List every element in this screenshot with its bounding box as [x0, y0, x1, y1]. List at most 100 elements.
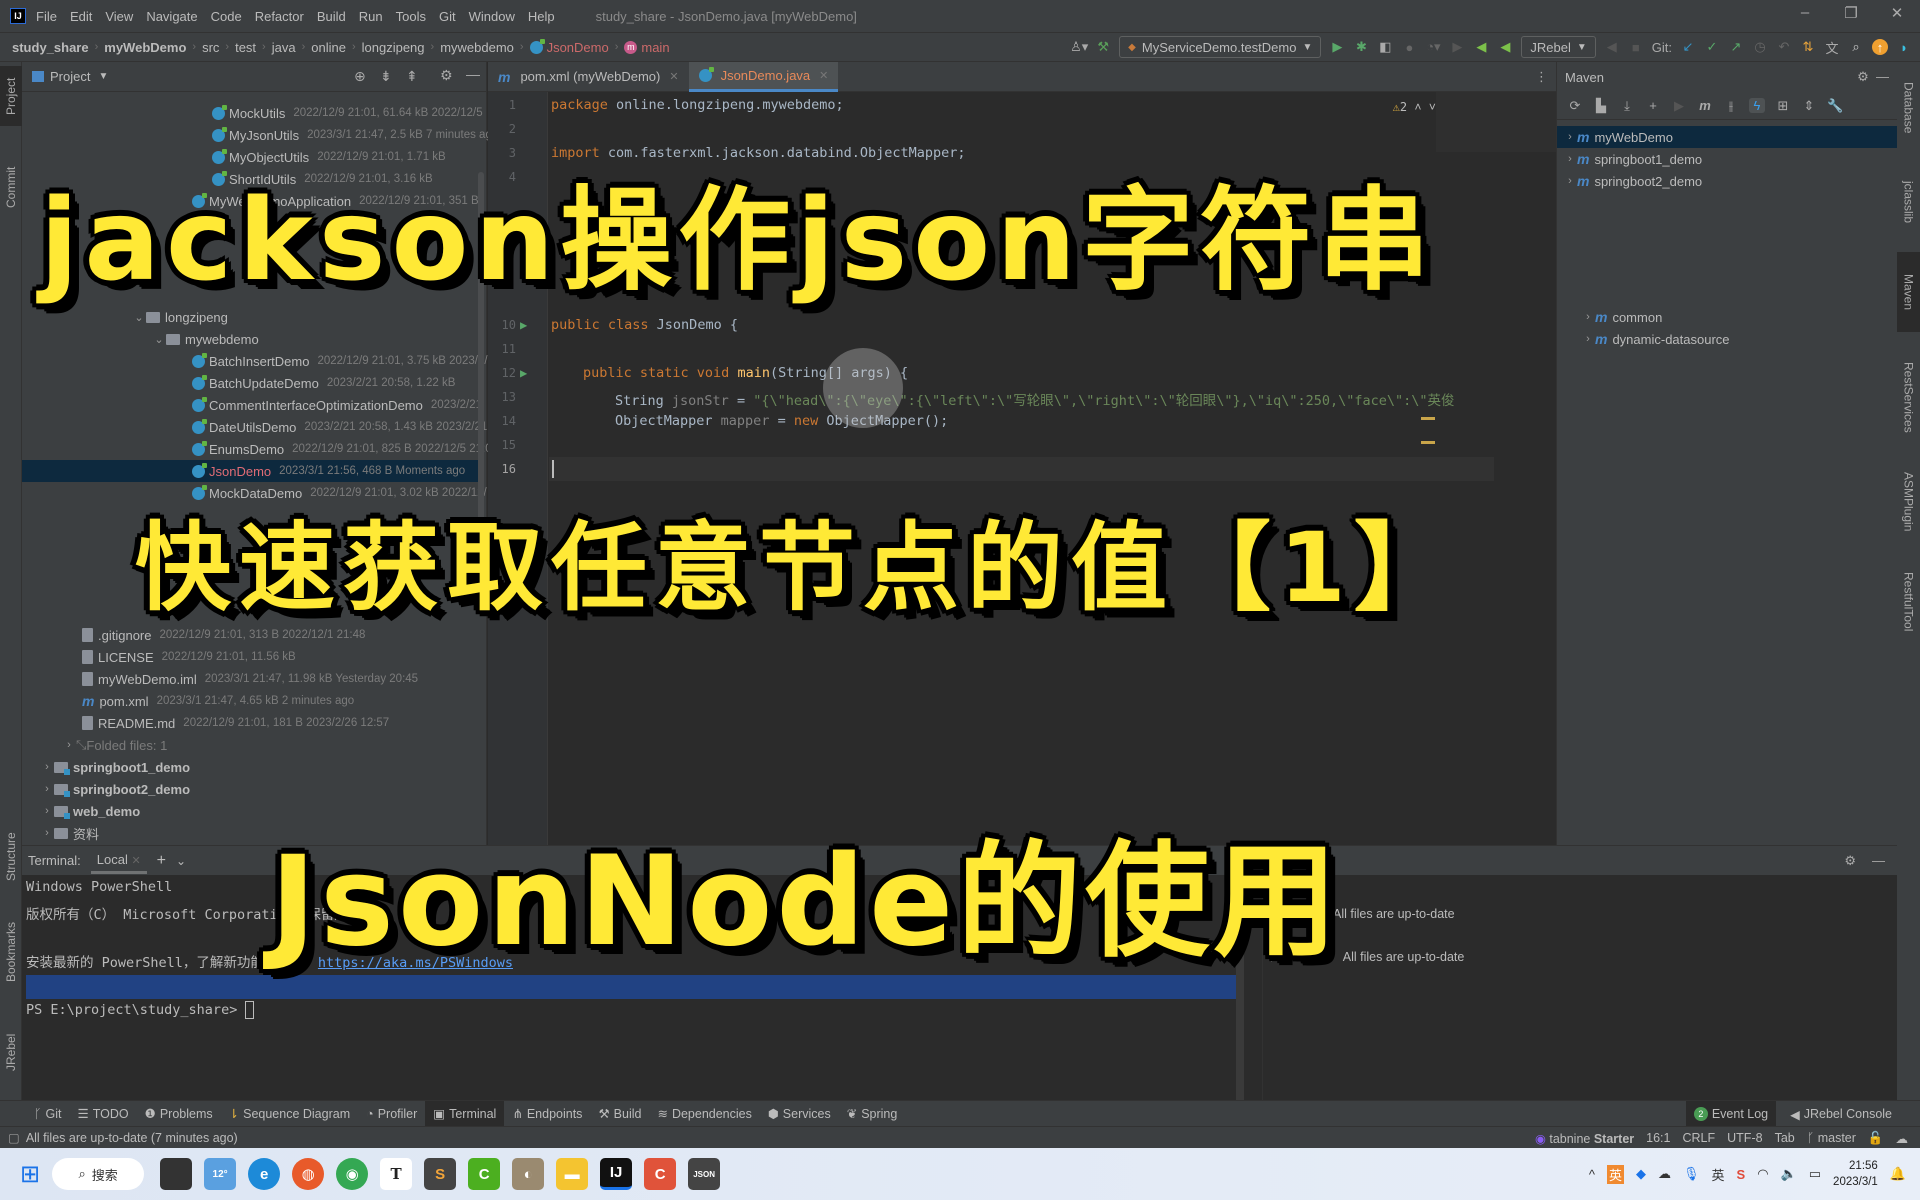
- menu-help[interactable]: Help: [528, 9, 555, 24]
- project-tree-row[interactable]: LICENSE 2022/12/9 21:01, 11.56 kB: [82, 646, 296, 668]
- status-toggle-icon[interactable]: ▢: [8, 1130, 20, 1145]
- maven-module-dynamic-datasource[interactable]: › m dynamic-datasource: [1575, 328, 1729, 350]
- collapse-all-icon[interactable]: ⇕: [1801, 98, 1817, 114]
- breadcrumb-method[interactable]: m main: [624, 40, 670, 55]
- restservices-tool-tab[interactable]: RestServices: [1897, 342, 1920, 452]
- project-tree-row[interactable]: › ⤡ Folded files: 1: [62, 734, 167, 756]
- execute-goal-icon[interactable]: m: [1697, 98, 1713, 113]
- wrench-icon[interactable]: 🔧: [1827, 98, 1843, 114]
- tool-problems[interactable]: ❶ Problems: [137, 1101, 221, 1127]
- jrebel-debug-icon[interactable]: ◀: [1497, 39, 1513, 55]
- project-tree-row[interactable]: › springboot1_demo: [40, 756, 190, 778]
- input-language[interactable]: 英: [1712, 1165, 1725, 1184]
- tab-jsondemo-java[interactable]: JsonDemo.java ✕: [688, 61, 839, 92]
- coverage-icon[interactable]: ◧: [1377, 39, 1393, 55]
- intellij-taskbar-icon[interactable]: IJ: [600, 1158, 633, 1190]
- minimize-button[interactable]: –: [1790, 4, 1820, 21]
- volume-icon[interactable]: 🔈: [1781, 1166, 1797, 1182]
- breadcrumb-project[interactable]: study_share: [12, 40, 89, 55]
- locate-icon[interactable]: ⊕: [354, 68, 366, 85]
- restfultool-tool-tab[interactable]: RestfulTool: [1897, 552, 1920, 652]
- menu-navigate[interactable]: Navigate: [146, 9, 197, 24]
- maven-project-springboot1[interactable]: › m springboot1_demo: [1557, 148, 1702, 170]
- tray-app-icon[interactable]: ◆: [1636, 1166, 1646, 1182]
- close-icon[interactable]: ✕: [819, 69, 828, 82]
- gear-icon[interactable]: ⚙: [1844, 853, 1856, 869]
- menu-git[interactable]: Git: [439, 9, 456, 24]
- jrebel-disabled-icon[interactable]: ◀: [1604, 39, 1620, 55]
- menu-refactor[interactable]: Refactor: [255, 9, 304, 24]
- project-tree-row[interactable]: EnumsDemo 2022/12/9 21:01, 825 B 2022/12/…: [192, 438, 492, 460]
- gear-icon[interactable]: ⚙: [440, 67, 453, 84]
- new-terminal-icon[interactable]: +: [157, 852, 166, 870]
- indent-setting[interactable]: Tab: [1775, 1131, 1795, 1145]
- gear-icon[interactable]: ⚙: [1857, 69, 1869, 84]
- tool-todo[interactable]: ☰ TODO: [70, 1101, 137, 1127]
- project-tree-row[interactable]: MockUtils 2022/12/9 21:01, 61.64 kB 2022/…: [212, 102, 483, 124]
- hide-icon[interactable]: —: [1872, 853, 1885, 868]
- attach-icon[interactable]: ◔▾: [1425, 39, 1441, 55]
- maven-project-mywebdemo[interactable]: › m myWebDemo: [1557, 126, 1897, 148]
- breadcrumb-src[interactable]: src: [202, 40, 219, 55]
- tool-terminal[interactable]: ▣ Terminal: [425, 1100, 505, 1127]
- breadcrumb-class[interactable]: JsonDemo: [529, 38, 609, 55]
- chevron-right-icon[interactable]: ›: [1581, 333, 1595, 345]
- expand-all-icon[interactable]: ⇟: [380, 68, 392, 85]
- status-message[interactable]: All files are up-to-date (7 minutes ago): [26, 1131, 238, 1145]
- weather-icon[interactable]: 12°: [204, 1158, 237, 1190]
- run-icon[interactable]: ▶: [1671, 98, 1687, 114]
- user-icon[interactable]: ♙▾: [1070, 39, 1088, 55]
- run-disabled-icon[interactable]: ▶: [1449, 39, 1465, 55]
- git-push-icon[interactable]: ↗: [1728, 39, 1744, 55]
- menu-code[interactable]: Code: [211, 9, 242, 24]
- jclasslib-tool-tab[interactable]: jclasslib: [1897, 162, 1920, 242]
- run-icon[interactable]: ▶: [1329, 39, 1345, 55]
- tool-spring[interactable]: ❦ Spring: [839, 1101, 906, 1127]
- project-tree-row[interactable]: BatchInsertDemo 2022/12/9 21:01, 3.75 kB …: [192, 350, 488, 372]
- image-app-icon[interactable]: ◐: [512, 1158, 545, 1190]
- maven-tool-tab[interactable]: Maven: [1897, 252, 1920, 332]
- tool-git[interactable]: ᚴ Git: [26, 1101, 70, 1127]
- windows-start-icon[interactable]: ⊞: [20, 1160, 40, 1189]
- chevron-right-icon[interactable]: ›: [1563, 175, 1577, 187]
- maven-project-springboot2[interactable]: › m springboot2_demo: [1557, 170, 1702, 192]
- terminal-tab-local[interactable]: Local ✕: [90, 848, 147, 874]
- maven-module-common[interactable]: › m common: [1575, 306, 1662, 328]
- camtasia-recorder-icon[interactable]: C: [644, 1158, 677, 1190]
- tool-dependencies[interactable]: ≋ Dependencies: [649, 1101, 759, 1127]
- project-tree-row[interactable]: › 资料: [40, 822, 99, 844]
- task-view-icon[interactable]: [160, 1158, 193, 1190]
- chevron-right-icon[interactable]: ›: [62, 739, 76, 751]
- breadcrumb-longzipeng[interactable]: longzipeng: [362, 40, 425, 55]
- file-explorer-icon[interactable]: ▬: [556, 1158, 589, 1190]
- code-minimap[interactable]: [1436, 92, 1556, 152]
- project-tree-row[interactable]: DateUtilsDemo 2023/2/21 20:58, 1.43 kB 20…: [192, 416, 487, 438]
- warning-marker[interactable]: [1421, 417, 1435, 420]
- chevron-right-icon[interactable]: ›: [40, 761, 54, 773]
- run-gutter-icon[interactable]: ▶: [520, 366, 527, 380]
- breadcrumb-java[interactable]: java: [272, 40, 296, 55]
- hide-icon[interactable]: —: [1876, 69, 1889, 84]
- close-window-button[interactable]: ✕: [1882, 4, 1912, 22]
- menu-edit[interactable]: Edit: [70, 9, 92, 24]
- stop-icon[interactable]: ■: [1628, 39, 1644, 55]
- chevron-right-icon[interactable]: ›: [1563, 153, 1577, 165]
- profile-icon[interactable]: ●: [1401, 39, 1417, 55]
- project-tree-row[interactable]: › springboot2_demo: [40, 778, 190, 800]
- hide-icon[interactable]: —: [466, 66, 480, 82]
- chevron-up-icon[interactable]: ˄: [1414, 100, 1421, 114]
- project-tree-row[interactable]: m pom.xml 2023/3/1 21:47, 4.65 kB 2 minute…: [82, 690, 354, 712]
- typora-icon[interactable]: T: [380, 1158, 413, 1190]
- lock-icon[interactable]: 🔓: [1868, 1131, 1884, 1146]
- sogou-icon[interactable]: S: [1737, 1167, 1746, 1182]
- generate-sources-icon[interactable]: ▙: [1593, 98, 1609, 114]
- chevron-down-icon[interactable]: ⌄: [132, 311, 146, 324]
- file-encoding[interactable]: UTF-8: [1727, 1131, 1762, 1145]
- jrebel-tool-tab[interactable]: JRebel: [0, 1022, 22, 1082]
- git-branch-widget[interactable]: ᚴ master: [1807, 1131, 1856, 1145]
- menu-view[interactable]: View: [105, 9, 133, 24]
- inspection-widget[interactable]: ⚠2 ˄ ˅: [1393, 100, 1436, 115]
- tool-services[interactable]: ⬢ Services: [760, 1101, 839, 1127]
- menu-build[interactable]: Build: [317, 9, 346, 24]
- add-icon[interactable]: +: [1645, 98, 1661, 113]
